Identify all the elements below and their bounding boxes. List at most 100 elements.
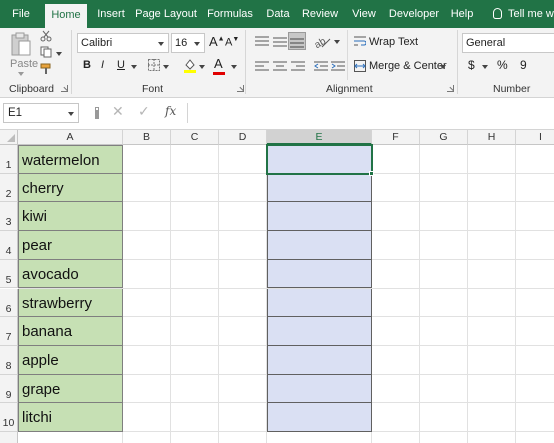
currency-button[interactable]: $ xyxy=(468,58,475,72)
orientation-dropdown-icon[interactable] xyxy=(334,40,340,44)
tab-data[interactable]: Data xyxy=(263,0,293,28)
cell-e10[interactable] xyxy=(267,403,372,432)
column-header-d[interactable]: D xyxy=(219,130,267,145)
row-header-11[interactable]: 11 xyxy=(0,432,18,443)
row-header-8[interactable]: 8 xyxy=(0,345,18,375)
tab-page-layout[interactable]: Page Layout xyxy=(135,0,197,28)
cell-a3[interactable]: kiwi xyxy=(18,202,123,232)
cell-a8[interactable]: apple xyxy=(18,345,123,375)
merge-center-icon[interactable] xyxy=(354,60,366,72)
fill-color-dropdown-icon[interactable] xyxy=(199,65,205,69)
tab-review[interactable]: Review xyxy=(300,0,340,28)
decrease-indent-icon[interactable] xyxy=(314,61,328,73)
cell-a9[interactable]: grape xyxy=(18,374,123,404)
cell-a7[interactable]: banana xyxy=(18,317,123,346)
wrap-text-button[interactable]: Wrap Text xyxy=(369,36,418,48)
column-header-h[interactable]: H xyxy=(468,130,516,145)
cell-e2[interactable] xyxy=(267,173,372,203)
cell-a6[interactable]: strawberry xyxy=(18,288,123,318)
tab-formulas[interactable]: Formulas xyxy=(204,0,256,28)
increase-font-size-icon[interactable]: A▲ xyxy=(209,34,225,49)
cell-a1[interactable]: watermelon xyxy=(18,145,123,174)
currency-dropdown-icon[interactable] xyxy=(482,65,488,69)
row-header-7[interactable]: 7 xyxy=(0,317,18,346)
cell-e9[interactable] xyxy=(267,374,372,404)
tab-help[interactable]: Help xyxy=(447,0,477,28)
column-header-a[interactable]: A xyxy=(18,130,123,145)
merge-center-dropdown-icon[interactable] xyxy=(440,65,446,69)
tab-home[interactable]: Home xyxy=(45,4,87,28)
fill-handle[interactable] xyxy=(369,170,374,176)
align-left-icon[interactable] xyxy=(255,61,269,73)
increase-indent-icon[interactable] xyxy=(331,61,345,73)
font-color-icon[interactable]: A xyxy=(214,56,223,71)
orientation-icon[interactable]: ab xyxy=(314,35,332,49)
enter-icon[interactable]: ✓ xyxy=(138,103,150,120)
insert-function-icon[interactable]: fx xyxy=(165,104,176,118)
cell-e6[interactable] xyxy=(267,288,372,318)
paste-dropdown-icon[interactable] xyxy=(18,72,24,76)
column-header-b[interactable]: B xyxy=(123,130,171,145)
row-header-6[interactable]: 6 xyxy=(0,288,18,318)
cell-a4[interactable]: pear xyxy=(18,231,123,260)
tab-insert[interactable]: Insert xyxy=(94,0,128,28)
cancel-icon[interactable]: ✕ xyxy=(112,103,124,120)
cell-e7[interactable] xyxy=(267,317,372,346)
row-header-1[interactable]: 1 xyxy=(0,145,18,174)
formula-input[interactable] xyxy=(187,103,554,123)
font-launcher-icon[interactable] xyxy=(237,85,244,92)
paste-icon[interactable] xyxy=(10,31,32,57)
select-all-button[interactable] xyxy=(0,130,18,145)
copy-dropdown-icon[interactable] xyxy=(56,52,62,56)
cell-a2[interactable]: cherry xyxy=(18,173,123,203)
font-size-select[interactable]: 16 xyxy=(171,33,205,53)
clipboard-launcher-icon[interactable] xyxy=(61,85,68,92)
cut-icon[interactable] xyxy=(40,30,52,42)
align-middle-icon[interactable] xyxy=(273,36,287,48)
fill-color-icon[interactable] xyxy=(183,57,197,73)
font-color-dropdown-icon[interactable] xyxy=(231,65,237,69)
align-bottom-button[interactable] xyxy=(288,32,306,50)
column-header-f[interactable]: F xyxy=(372,130,420,145)
wrap-text-icon[interactable] xyxy=(354,36,366,48)
format-painter-icon[interactable] xyxy=(40,63,52,75)
column-header-e[interactable]: E xyxy=(267,130,372,145)
bold-button[interactable]: B xyxy=(83,59,91,71)
align-right-icon[interactable] xyxy=(291,61,305,73)
cell-a5[interactable]: avocado xyxy=(18,259,123,289)
borders-dropdown-icon[interactable] xyxy=(163,65,169,69)
row-header-3[interactable]: 3 xyxy=(0,202,18,232)
percent-button[interactable]: % xyxy=(497,58,508,72)
name-box[interactable]: E1 xyxy=(3,103,79,123)
row-header-5[interactable]: 5 xyxy=(0,259,18,289)
cell-a10[interactable]: litchi xyxy=(18,403,123,432)
comma-style-button[interactable]: 9 xyxy=(520,58,527,72)
tab-view[interactable]: View xyxy=(347,0,381,28)
alignment-launcher-icon[interactable] xyxy=(447,85,454,92)
row-header-9[interactable]: 9 xyxy=(0,374,18,404)
column-header-g[interactable]: G xyxy=(420,130,468,145)
tell-me-search[interactable]: Tell me wh xyxy=(493,0,554,28)
paste-label[interactable]: Paste xyxy=(10,58,38,70)
more-options-icon[interactable] xyxy=(96,108,98,110)
cell-e4[interactable] xyxy=(267,231,372,260)
italic-button[interactable]: I xyxy=(101,59,104,71)
underline-dropdown-icon[interactable] xyxy=(131,65,137,69)
row-header-2[interactable]: 2 xyxy=(0,173,18,203)
align-top-icon[interactable] xyxy=(255,36,269,48)
tab-file[interactable]: File xyxy=(6,0,36,28)
font-family-select[interactable]: Calibri xyxy=(77,33,169,53)
align-center-icon[interactable] xyxy=(273,61,287,73)
underline-button[interactable]: U xyxy=(117,59,125,71)
borders-icon[interactable] xyxy=(148,59,160,71)
copy-icon[interactable] xyxy=(40,46,52,58)
cell-e3[interactable] xyxy=(267,202,372,232)
tab-developer[interactable]: Developer xyxy=(388,0,440,28)
cell-e8[interactable] xyxy=(267,345,372,375)
decrease-font-size-icon[interactable]: A▼ xyxy=(225,36,239,49)
row-header-10[interactable]: 10 xyxy=(0,403,18,432)
column-header-c[interactable]: C xyxy=(171,130,219,145)
column-header-i[interactable]: I xyxy=(516,130,554,145)
merge-center-button[interactable]: Merge & Center xyxy=(369,60,447,72)
number-format-select[interactable]: General xyxy=(462,33,554,53)
